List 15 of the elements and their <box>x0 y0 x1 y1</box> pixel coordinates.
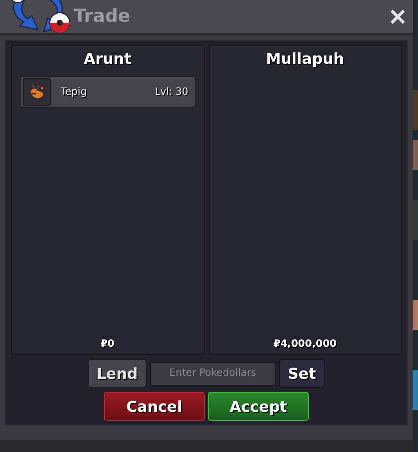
set-button[interactable]: Set <box>279 359 326 388</box>
pokemon-name: Tepig <box>61 86 88 98</box>
accept-button[interactable]: Accept <box>208 392 309 421</box>
pokemon-level: Lvl: 30 <box>154 86 188 98</box>
trader-name: Arunt <box>82 50 133 68</box>
pokedollar-input-field[interactable]: Enter Pokedollars <box>150 362 276 386</box>
trader-name: Mullapuh <box>265 50 346 68</box>
window-title: Trade <box>74 6 130 27</box>
pokemon-icon <box>23 78 51 106</box>
money-amount: ₽4,000,000 <box>272 339 338 350</box>
close-icon[interactable] <box>391 10 405 24</box>
cancel-button[interactable]: Cancel <box>104 392 205 421</box>
pokemon-item[interactable]: Tepig Lvl: 30 <box>20 76 196 108</box>
money-amount: ₽0 <box>100 339 116 350</box>
lend-button[interactable]: Lend <box>88 359 147 388</box>
